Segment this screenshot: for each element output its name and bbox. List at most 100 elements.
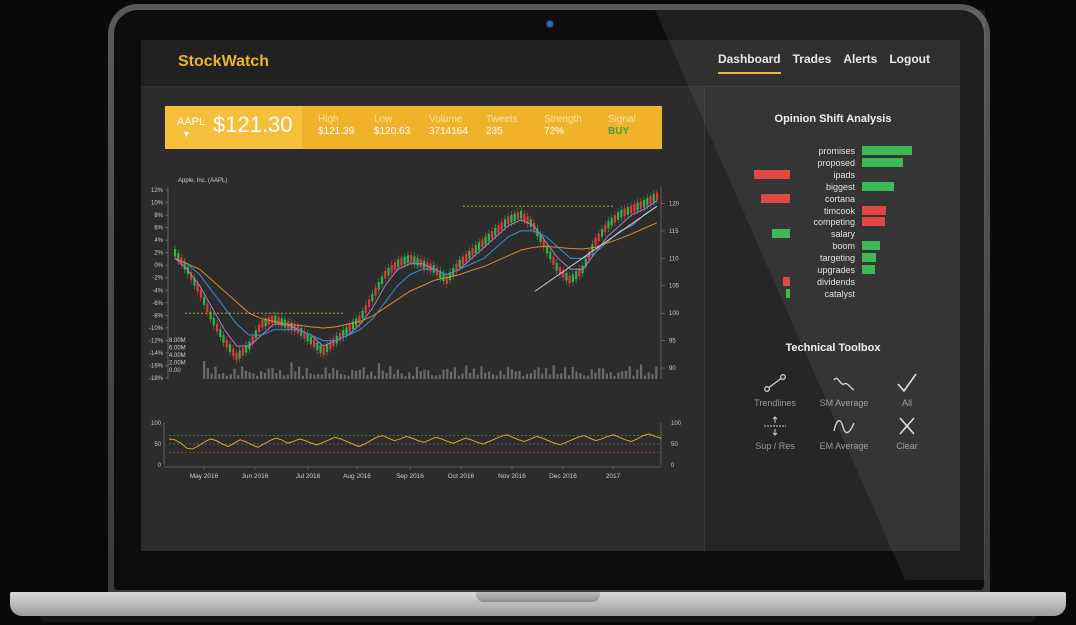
- tool-all[interactable]: All: [877, 372, 937, 408]
- opinion-row: cortana: [705, 193, 960, 205]
- x-tick-label: Dec 2016: [549, 473, 577, 480]
- volume-bar: [556, 373, 559, 379]
- volume-bar: [537, 367, 540, 379]
- screen: StockWatch Dashboard Trades Alerts Logou…: [141, 40, 960, 551]
- stat-low: Low $120.63: [374, 114, 410, 137]
- opinion-row: catalyst: [705, 288, 960, 300]
- oscillator-chart[interactable]: 100 100 50 50 0 0 May 2016 Jun 2016 Jul 2016 Aug …: [141, 415, 703, 495]
- volume-bar: [415, 366, 418, 379]
- volume-bar: [275, 373, 278, 379]
- candle-body: [387, 267, 390, 276]
- candle-body: [413, 256, 416, 265]
- candle-body: [481, 239, 484, 248]
- volume-bar: [571, 367, 574, 379]
- volume-bar: [377, 363, 380, 379]
- volume-bar: [347, 375, 350, 379]
- clear-x-icon: [899, 417, 915, 435]
- volume-bar: [210, 373, 213, 379]
- volume-bar: [351, 370, 354, 379]
- ticker-symbol[interactable]: AAPL: [177, 116, 205, 128]
- tool-sup-res[interactable]: Sup / Res: [745, 415, 805, 451]
- candle-body: [280, 318, 283, 326]
- volume-bar: [533, 369, 536, 379]
- x-tick-label: Jul 2016: [296, 473, 321, 480]
- candle-body: [497, 225, 500, 233]
- y-left-tick-label: 4%: [154, 238, 163, 244]
- volume-bar: [590, 369, 593, 379]
- candle-body: [461, 256, 465, 265]
- volume-bar: [503, 374, 506, 379]
- candle-body: [371, 293, 374, 302]
- opinion-bar: [754, 169, 790, 179]
- volume-bar: [480, 366, 483, 379]
- check-icon: [897, 373, 917, 393]
- candle-body: [620, 209, 623, 218]
- opinion-title: Opinion Shift Analysis: [774, 113, 892, 125]
- opinion-bar: [862, 157, 903, 167]
- candle-body: [319, 345, 322, 353]
- candle-body: [575, 271, 578, 280]
- volume-tick-label: 6.00M: [169, 346, 186, 352]
- app-logo[interactable]: StockWatch: [178, 53, 269, 71]
- volume-bar: [381, 370, 384, 379]
- opinion-row: competing: [705, 216, 960, 228]
- top-bar: StockWatch Dashboard Trades Alerts Logou…: [141, 40, 960, 87]
- osc-series-line: [168, 433, 662, 450]
- volume-bar: [476, 374, 479, 379]
- volume-bar: [510, 369, 513, 379]
- volume-bar: [332, 367, 335, 379]
- volume-bar: [499, 370, 502, 379]
- candle-body: [500, 222, 503, 230]
- candle-body: [212, 317, 215, 326]
- candle-body: [173, 248, 177, 257]
- candle-body: [377, 282, 380, 290]
- nav-trades[interactable]: Trades: [793, 52, 832, 74]
- volume-bar: [358, 369, 361, 379]
- volume-bar: [355, 370, 358, 379]
- volume-bar: [252, 373, 255, 379]
- stat-value: $120.63: [374, 126, 411, 137]
- volume-bar: [541, 373, 544, 379]
- tool-trendlines[interactable]: Trendlines: [745, 372, 805, 408]
- volume-bar: [605, 373, 608, 379]
- tool-em-average[interactable]: EM Average: [814, 415, 874, 451]
- volume-bar: [484, 372, 487, 379]
- candle-body: [235, 352, 238, 361]
- y-left-tick-label: 0%: [154, 263, 163, 269]
- volume-bar: [598, 368, 601, 379]
- opinion-row: ipads: [705, 169, 960, 181]
- candle-body: [300, 328, 303, 336]
- y-left-tick-label: 12%: [151, 188, 164, 194]
- candle-body: [549, 251, 552, 260]
- x-tick-label: Oct 2016: [448, 473, 475, 480]
- price-chart[interactable]: Apple, Inc. (AAPL) 12% 10% 8% 6% 4% 2% 0% -2% -4%…: [141, 167, 703, 397]
- volume-tick-label: 4.00M: [169, 353, 186, 359]
- candle-body: [513, 213, 516, 222]
- opinion-bar: [862, 205, 887, 215]
- x-tick-label: Jun 2016: [242, 473, 269, 480]
- volume-bar: [567, 375, 570, 379]
- x-tick-label: May 2016: [190, 473, 219, 480]
- candle-body: [400, 258, 403, 266]
- tool-label: All: [901, 398, 912, 408]
- candle-body: [390, 265, 393, 273]
- nav-alerts[interactable]: Alerts: [843, 52, 877, 74]
- nav-logout[interactable]: Logout: [889, 52, 930, 74]
- stat-label: Tweets: [486, 114, 518, 125]
- nav-dashboard[interactable]: Dashboard: [717, 52, 781, 74]
- candle-body: [325, 344, 329, 353]
- volume-bar: [324, 367, 327, 379]
- candle-body: [594, 237, 597, 246]
- ticker-price: $121.30: [213, 112, 293, 137]
- candle-body: [393, 262, 397, 270]
- candle-body: [604, 224, 607, 233]
- tool-label: Clear: [896, 441, 918, 451]
- stat-label: Low: [374, 114, 393, 125]
- opinion-word: targeting: [819, 253, 855, 264]
- tool-sm-average[interactable]: SM Average: [814, 372, 874, 408]
- ticker-dropdown-icon[interactable]: ▼: [182, 129, 191, 139]
- tool-clear[interactable]: Clear: [877, 415, 937, 451]
- candle-body: [613, 215, 617, 223]
- volume-bar: [305, 367, 308, 379]
- volume-bar: [248, 371, 251, 379]
